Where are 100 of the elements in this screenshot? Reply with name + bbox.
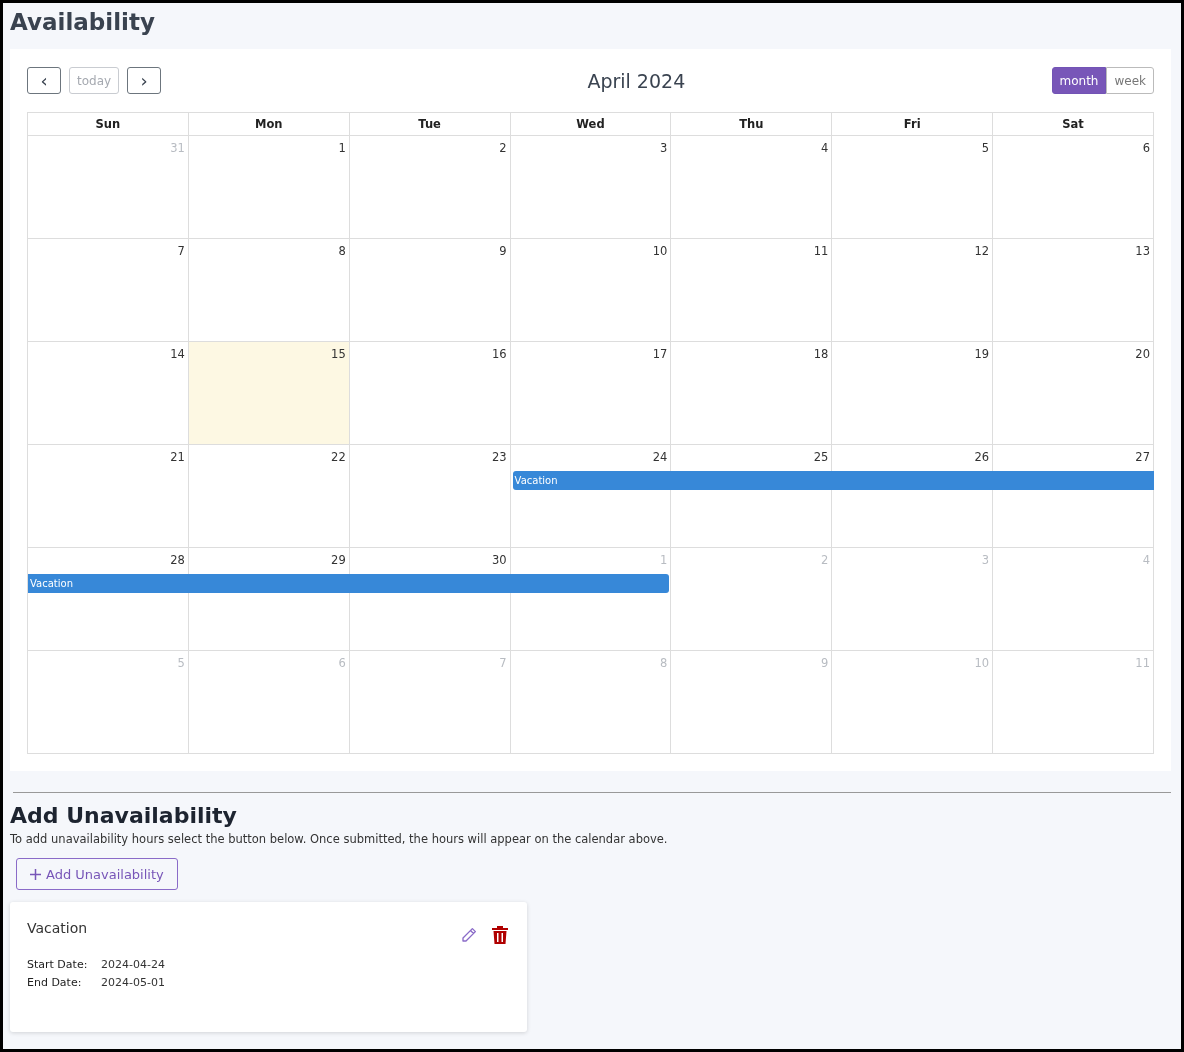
day-cell[interactable] [832, 594, 994, 651]
day-number: 26 [974, 450, 990, 464]
day-cell[interactable] [993, 697, 1154, 754]
day-number: 10 [652, 244, 668, 258]
day-number: 6 [1142, 141, 1150, 155]
entry-title: Vacation [27, 920, 88, 936]
day-cell[interactable] [28, 182, 189, 239]
day-number: 28 [170, 553, 185, 567]
day-number: 27 [1135, 450, 1150, 464]
day-cell[interactable] [349, 388, 511, 445]
day-cell[interactable] [671, 182, 833, 239]
section-description: To add unavailability hours select the button below. Once submitted, the hours will appear on the calendar above. [10, 832, 669, 846]
day-cell[interactable] [671, 697, 833, 754]
day-number: 7 [177, 244, 185, 258]
day-number: 17 [652, 347, 668, 361]
day-number: 8 [338, 244, 346, 258]
day-cell[interactable] [510, 594, 672, 651]
day-number: 30 [491, 553, 507, 567]
day-cell[interactable] [993, 182, 1154, 239]
day-cell[interactable] [188, 594, 350, 651]
day-cell[interactable] [510, 182, 672, 239]
day-cell[interactable] [671, 285, 833, 342]
plus-icon [30, 868, 41, 880]
field-value: 2024-05-01 [101, 976, 166, 989]
day-number: 25 [813, 450, 829, 464]
day-number: 12 [974, 244, 990, 258]
day-number: 13 [1135, 244, 1150, 258]
view-button[interactable]: month [1051, 67, 1107, 94]
day-number: 10 [974, 656, 990, 670]
day-number: 9 [820, 656, 829, 670]
add-unavailability-button[interactable]: Add Unavailability [16, 858, 178, 890]
day-cell[interactable] [671, 594, 833, 651]
day-cell[interactable] [349, 594, 511, 651]
next-button[interactable]: › [127, 67, 162, 94]
calendar-title: April 2024 [587, 69, 686, 92]
day-number: 23 [491, 450, 507, 464]
day-cell[interactable] [28, 388, 189, 445]
day-number: 31 [170, 141, 185, 155]
day-number: 2 [499, 141, 507, 155]
day-cell[interactable] [510, 697, 672, 754]
day-number: 29 [331, 553, 346, 567]
day-number: 18 [813, 347, 829, 361]
day-cell[interactable] [28, 491, 189, 548]
day-number: 24 [652, 450, 668, 464]
day-cell[interactable] [188, 697, 350, 754]
day-cell[interactable] [832, 697, 994, 754]
day-number: 1 [660, 553, 668, 567]
day-number: 20 [1135, 347, 1150, 361]
day-cell[interactable] [832, 491, 994, 548]
day-cell[interactable] [188, 285, 350, 342]
page-title: Availability [10, 8, 156, 37]
day-number: 9 [499, 244, 507, 258]
day-cell[interactable] [510, 491, 672, 548]
field-label: End Date: [27, 976, 83, 989]
day-cell[interactable] [510, 388, 672, 445]
day-number: 2 [820, 553, 829, 567]
day-number: 3 [660, 141, 668, 155]
event-bar[interactable]: Vacation [28, 574, 670, 593]
day-number: 3 [981, 553, 990, 567]
day-number: 5 [981, 141, 990, 155]
day-number: 6 [338, 656, 346, 670]
day-number: 16 [491, 347, 507, 361]
field-value: 2024-04-24 [101, 958, 166, 971]
day-number: 19 [974, 347, 990, 361]
event-bar[interactable]: Vacation [512, 471, 1154, 490]
day-cell[interactable] [188, 388, 350, 445]
day-cell[interactable] [671, 491, 833, 548]
trash-icon [492, 926, 508, 944]
pencil-icon [460, 926, 478, 944]
day-cell[interactable] [188, 491, 350, 548]
day-cell[interactable] [993, 285, 1154, 342]
day-cell[interactable] [28, 285, 189, 342]
day-cell[interactable] [993, 594, 1154, 651]
day-cell[interactable] [349, 285, 511, 342]
day-cell[interactable] [28, 697, 189, 754]
day-number: 4 [820, 141, 829, 155]
day-cell[interactable] [349, 491, 511, 548]
prev-button[interactable]: ‹ [27, 67, 61, 94]
view-button[interactable]: week [1106, 67, 1154, 94]
day-number: 5 [177, 656, 185, 670]
day-cell[interactable] [349, 697, 511, 754]
day-number: 11 [1135, 656, 1150, 670]
day-cell[interactable] [28, 594, 189, 651]
day-number: 22 [331, 450, 346, 464]
delete-button[interactable] [492, 926, 508, 944]
day-cell[interactable] [671, 388, 833, 445]
section-heading: Add Unavailability [10, 803, 238, 828]
edit-button[interactable] [460, 926, 478, 944]
day-cell[interactable] [188, 182, 350, 239]
day-cell[interactable] [349, 182, 511, 239]
day-cell[interactable] [832, 182, 994, 239]
day-number: 4 [1142, 553, 1150, 567]
day-cell[interactable] [832, 388, 994, 445]
day-number: 8 [660, 656, 668, 670]
day-number: 11 [813, 244, 829, 258]
day-number: 15 [331, 347, 346, 361]
day-cell[interactable] [832, 285, 994, 342]
day-cell[interactable] [993, 491, 1154, 548]
day-cell[interactable] [993, 388, 1154, 445]
day-cell[interactable] [510, 285, 672, 342]
